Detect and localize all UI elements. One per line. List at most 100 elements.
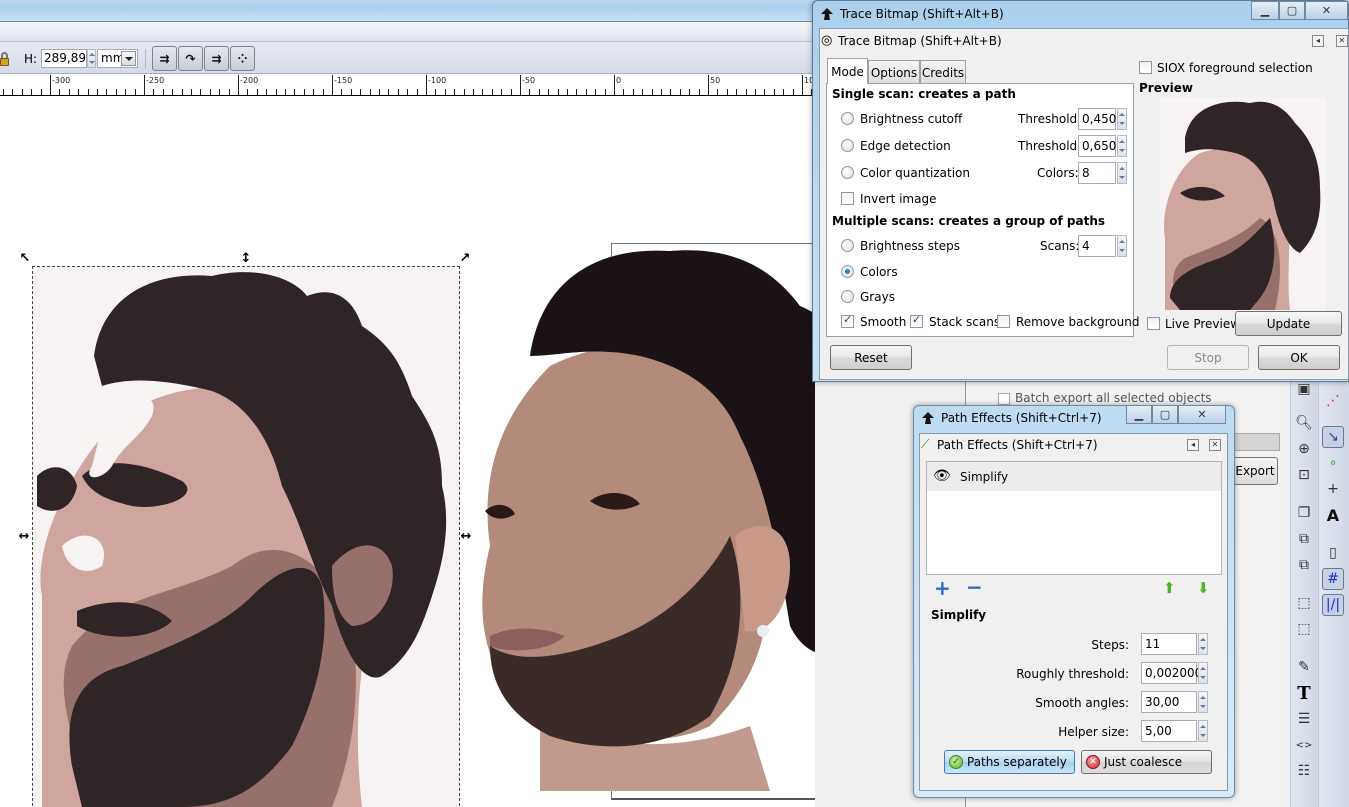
brightness-threshold-spinner[interactable] xyxy=(1117,108,1127,130)
brightness-threshold-input[interactable]: 0,450 xyxy=(1078,108,1116,130)
smooth-angles-spinner[interactable] xyxy=(1198,691,1208,713)
quantization-colors-spinner[interactable] xyxy=(1117,162,1127,184)
quantization-colors-input[interactable]: 8 xyxy=(1078,162,1116,184)
align-distribute-icon[interactable]: ☷ xyxy=(1293,760,1315,782)
roughly-threshold-spinner[interactable] xyxy=(1198,662,1208,684)
stack-scans-checkbox[interactable] xyxy=(910,313,923,328)
ruler-minor-tick xyxy=(106,89,107,95)
move-down-button[interactable]: ⬇ xyxy=(1197,579,1210,597)
ruler-minor-tick xyxy=(558,89,559,95)
pe-dock-close-button[interactable]: ✕ xyxy=(1209,439,1221,451)
siox-checkbox[interactable] xyxy=(1139,61,1152,74)
snap-grid-icon[interactable]: # xyxy=(1322,568,1344,590)
batch-export-checkbox[interactable] xyxy=(998,393,1010,405)
move-up-button[interactable]: ⬆ xyxy=(1163,579,1176,597)
smooth-label: Smooth xyxy=(860,315,907,329)
layers-icon[interactable]: ☰ xyxy=(1293,708,1315,730)
transform-patterns-button[interactable]: ⁘ xyxy=(230,46,255,71)
minimize-button[interactable]: ▁ xyxy=(1251,1,1279,20)
xml-editor-icon[interactable]: <> xyxy=(1293,734,1315,756)
dock-iconify-button[interactable]: ◂ xyxy=(1312,35,1324,47)
snap-enable-icon[interactable]: ⋰ xyxy=(1322,390,1344,412)
add-effect-button[interactable]: + xyxy=(934,578,951,598)
scans-spinner[interactable] xyxy=(1117,235,1127,257)
tab-options[interactable]: Options xyxy=(868,60,920,84)
remove-effect-button[interactable]: − xyxy=(966,577,983,597)
helper-size-input[interactable]: 5,00 xyxy=(1141,720,1197,742)
horizontal-ruler[interactable]: -300-250-200-150-100-50050100 xyxy=(0,74,815,96)
transform-gradients-button[interactable]: ⇉ xyxy=(204,46,229,71)
inkscape-logo-icon xyxy=(922,412,934,424)
single-scan-heading: Single scan: creates a path xyxy=(832,87,1016,101)
snap-center-icon[interactable]: + xyxy=(1322,478,1344,500)
snap-text-baseline-icon[interactable]: A xyxy=(1322,504,1344,526)
pe-close-window-button[interactable]: ✕ xyxy=(1178,405,1226,424)
brightness-steps-radio[interactable] xyxy=(841,239,854,252)
scale-handle-n[interactable]: ↕ xyxy=(239,252,253,266)
invert-image-checkbox[interactable] xyxy=(841,192,854,205)
color-quantization-radio[interactable] xyxy=(841,166,854,179)
remove-background-checkbox[interactable] xyxy=(997,315,1010,328)
colors-radio[interactable] xyxy=(841,265,854,278)
edge-detection-radio[interactable] xyxy=(841,139,854,152)
tab-mode[interactable]: Mode xyxy=(827,58,868,84)
steps-spinner[interactable] xyxy=(1198,633,1208,655)
original-bitmap-photo[interactable] xyxy=(470,246,815,791)
grays-radio[interactable] xyxy=(841,290,854,303)
canvas[interactable]: ↖ ↕ ↗ ↔ ↔ xyxy=(0,96,815,807)
pe-minimize-button[interactable]: ▁ xyxy=(1126,405,1152,424)
tab-credits[interactable]: Credits xyxy=(920,60,966,84)
scale-stroke-button[interactable]: ⇉ xyxy=(152,46,177,71)
scale-handle-nw[interactable]: ↖ xyxy=(18,252,32,266)
dock-close-button[interactable]: ✕ xyxy=(1336,35,1348,47)
fill-stroke-icon[interactable]: ✎ xyxy=(1293,656,1315,678)
reset-button[interactable]: Reset xyxy=(830,345,912,370)
pe-dock-iconify-button[interactable]: ◂ xyxy=(1187,439,1199,451)
smooth-checkbox[interactable] xyxy=(841,313,854,328)
brightness-cutoff-radio[interactable] xyxy=(841,112,854,125)
height-input[interactable]: 289,893 xyxy=(41,49,94,68)
edge-threshold-spinner[interactable] xyxy=(1117,135,1127,157)
pe-maximize-button[interactable]: ▢ xyxy=(1152,405,1178,424)
clone-icon[interactable]: ⧉ xyxy=(1293,528,1315,550)
ruler-minor-tick xyxy=(567,89,568,95)
scale-corners-button[interactable]: ↷ xyxy=(178,46,203,71)
unlink-clone-icon[interactable]: ⧉ xyxy=(1293,554,1315,576)
update-button[interactable]: Update xyxy=(1235,311,1342,336)
text-font-icon[interactable]: T xyxy=(1293,682,1315,704)
snap-guide-icon[interactable]: |/| xyxy=(1322,594,1344,616)
scans-input[interactable]: 4 xyxy=(1078,235,1116,257)
snap-page-border-icon[interactable]: ▯ xyxy=(1322,542,1344,564)
scans-label: Scans: xyxy=(1040,239,1080,253)
zoom-selection-icon[interactable]: 🔍︎ xyxy=(1293,412,1315,434)
ok-button[interactable]: OK xyxy=(1258,345,1340,370)
scale-corners-icon: ↷ xyxy=(185,51,196,66)
paths-separately-button[interactable]: ✓ Paths separately xyxy=(944,750,1075,774)
duplicate-icon[interactable]: ❐ xyxy=(1293,502,1315,524)
roughly-threshold-input[interactable]: 0,002000 xyxy=(1141,662,1202,684)
ruler-label: -250 xyxy=(146,76,165,85)
zoom-page-icon[interactable]: ⊡ xyxy=(1293,464,1315,486)
stop-button[interactable]: Stop xyxy=(1167,345,1249,370)
scale-handle-w[interactable]: ↔ xyxy=(17,530,31,544)
lock-icon[interactable] xyxy=(0,52,10,66)
snap-nodes-icon[interactable]: ↘ xyxy=(1322,426,1344,448)
live-preview-checkbox[interactable] xyxy=(1147,317,1160,330)
ungroup-icon[interactable]: ⬚ xyxy=(1293,618,1315,640)
helper-size-spinner[interactable] xyxy=(1198,720,1208,742)
edge-threshold-input[interactable]: 0,650 xyxy=(1078,135,1116,157)
group-icon[interactable]: ⬚ xyxy=(1293,592,1315,614)
maximize-button[interactable]: ▢ xyxy=(1279,1,1305,20)
snap-bbox-midpoint-icon[interactable]: ∘ xyxy=(1322,452,1344,474)
close-window-button[interactable]: ✕ xyxy=(1305,1,1348,20)
just-coalesce-button[interactable]: ✕ Just coalesce xyxy=(1081,750,1212,774)
zoom-drawing-icon[interactable]: ⊕ xyxy=(1293,438,1315,460)
smooth-angles-input[interactable]: 30,00 xyxy=(1141,691,1197,713)
ruler-minor-tick xyxy=(191,89,192,95)
chevron-down-icon[interactable] xyxy=(121,51,136,66)
height-spinner[interactable] xyxy=(87,49,96,68)
steps-input[interactable]: 11 xyxy=(1141,633,1197,655)
export-button[interactable]: Export xyxy=(1232,457,1278,485)
eye-visible-icon[interactable]: 👁︎ xyxy=(933,468,951,484)
ruler-minor-tick xyxy=(41,89,42,95)
